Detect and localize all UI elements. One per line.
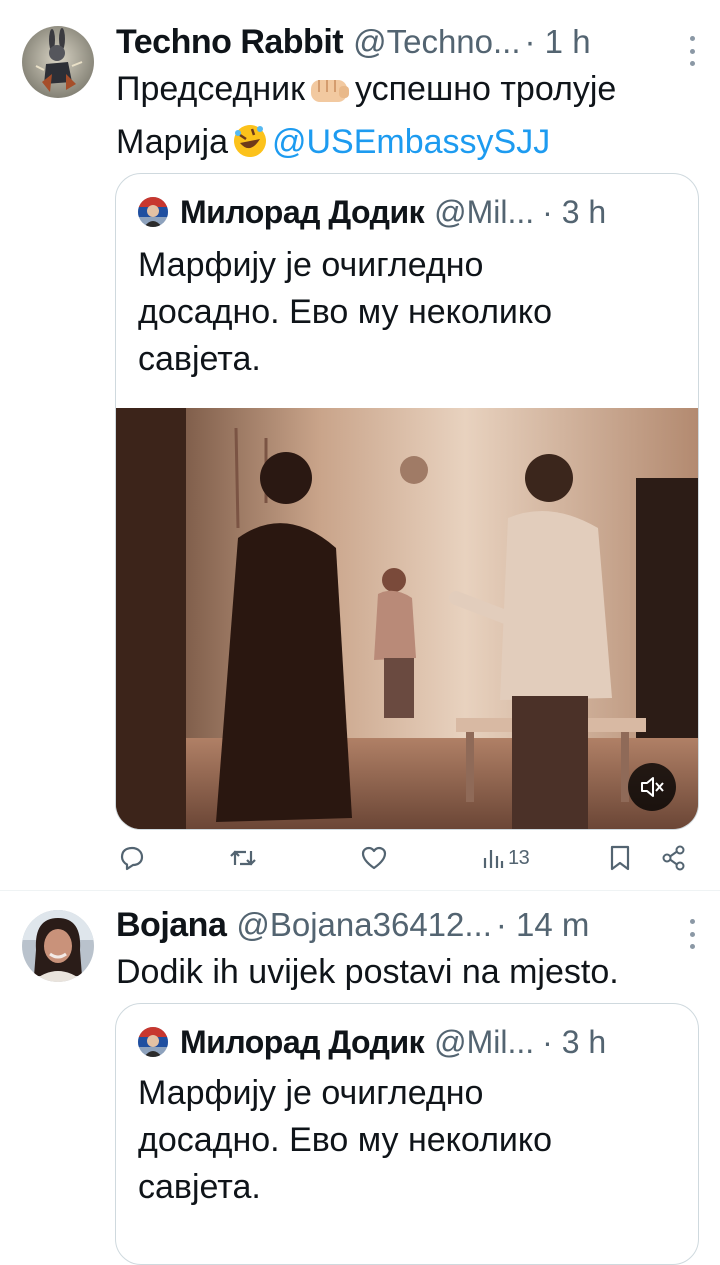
quoted-avatar[interactable] xyxy=(138,197,168,227)
share-icon xyxy=(662,845,685,871)
rofl-emoji-icon xyxy=(232,123,268,172)
video-frame xyxy=(116,408,698,829)
timestamp[interactable]: · 1 h xyxy=(525,23,591,61)
reply-button[interactable] xyxy=(118,838,146,878)
quoted-tweet[interactable]: Милорад Додик @Mil... · 3 h Марфију је о… xyxy=(115,1003,699,1265)
share-button[interactable] xyxy=(660,838,688,878)
views-icon xyxy=(483,850,504,868)
quoted-text-line: Марфију је очигледно xyxy=(138,1074,484,1112)
tweet-techno-rabbit[interactable]: Techno Rabbit @Techno... · 1 h Председни… xyxy=(0,0,720,890)
tweet-text-part: Председник xyxy=(116,70,305,108)
quoted-user-handle[interactable]: @Mil... xyxy=(434,194,534,231)
timestamp[interactable]: · 14 m xyxy=(496,906,590,944)
quoted-tweet-text: Марфију је очигледно досадно. Ево му нек… xyxy=(138,242,680,383)
tweet-header: Bojana @Bojana36412... · 14 m xyxy=(116,903,700,947)
quoted-text-line: савјета. xyxy=(138,1168,261,1206)
reply-icon xyxy=(120,846,144,871)
views-count: 13 xyxy=(508,846,530,869)
heart-icon xyxy=(361,846,387,870)
fist-emoji-icon xyxy=(309,72,351,119)
mute-toggle-button[interactable] xyxy=(628,763,676,811)
avatar[interactable] xyxy=(22,910,94,982)
quoted-tweet-header: Милорад Додик @Mil... · 3 h xyxy=(138,1020,680,1064)
views-button[interactable]: 13 xyxy=(482,838,530,878)
quoted-tweet[interactable]: Милорад Додик @Mil... · 3 h Марфију је о… xyxy=(115,173,699,830)
muted-speaker-icon xyxy=(641,777,664,797)
quoted-tweet-text: Марфију је очигледно досадно. Ево му нек… xyxy=(138,1070,680,1211)
tweet-text: Председник успешно тролује Марија @USEmbas… xyxy=(116,66,700,172)
tweet-text-part: Dodik ih uvijek postavi na mjesto. xyxy=(116,953,619,991)
quoted-timestamp[interactable]: · 3 h xyxy=(542,194,606,231)
user-handle[interactable]: @Techno... xyxy=(353,23,520,61)
video-player[interactable] xyxy=(116,408,698,829)
quoted-user-handle[interactable]: @Mil... xyxy=(434,1024,534,1061)
tweet-actions: 13 xyxy=(116,838,698,878)
bookmark-button[interactable] xyxy=(608,838,632,878)
retweet-button[interactable] xyxy=(228,838,258,878)
tweet-text-part: успешно тролује xyxy=(355,70,617,108)
tweet-bojana[interactable]: Bojana @Bojana36412... · 14 m Dodik ih u… xyxy=(0,891,720,1265)
quoted-text-line: савјета. xyxy=(138,340,261,378)
avatar[interactable] xyxy=(22,26,94,98)
quoted-text-line: досадно. Ево му неколико xyxy=(138,293,553,331)
bookmark-icon xyxy=(610,845,630,871)
quoted-display-name[interactable]: Милорад Додик xyxy=(180,1024,425,1061)
retweet-icon xyxy=(230,850,256,866)
mention-link[interactable]: @USEmbassySJJ xyxy=(272,123,550,161)
user-handle[interactable]: @Bojana36412... xyxy=(236,906,492,944)
display-name[interactable]: Bojana xyxy=(116,906,227,945)
display-name[interactable]: Techno Rabbit xyxy=(116,23,344,62)
quoted-avatar[interactable] xyxy=(138,1027,168,1057)
quoted-text-line: Марфију је очигледно xyxy=(138,246,484,284)
tweet-header: Techno Rabbit @Techno... · 1 h xyxy=(116,20,700,64)
like-button[interactable] xyxy=(360,838,388,878)
quoted-timestamp[interactable]: · 3 h xyxy=(542,1024,606,1061)
quoted-tweet-header: Милорад Додик @Mil... · 3 h xyxy=(138,190,680,234)
tweet-text-part: Марија xyxy=(116,123,228,161)
more-options-icon[interactable] xyxy=(688,36,696,66)
quoted-display-name[interactable]: Милорад Додик xyxy=(180,194,425,231)
more-options-icon[interactable] xyxy=(688,919,696,949)
quoted-text-line: досадно. Ево му неколико xyxy=(138,1121,553,1159)
tweet-text: Dodik ih uvijek postavi na mjesto. xyxy=(116,949,700,996)
